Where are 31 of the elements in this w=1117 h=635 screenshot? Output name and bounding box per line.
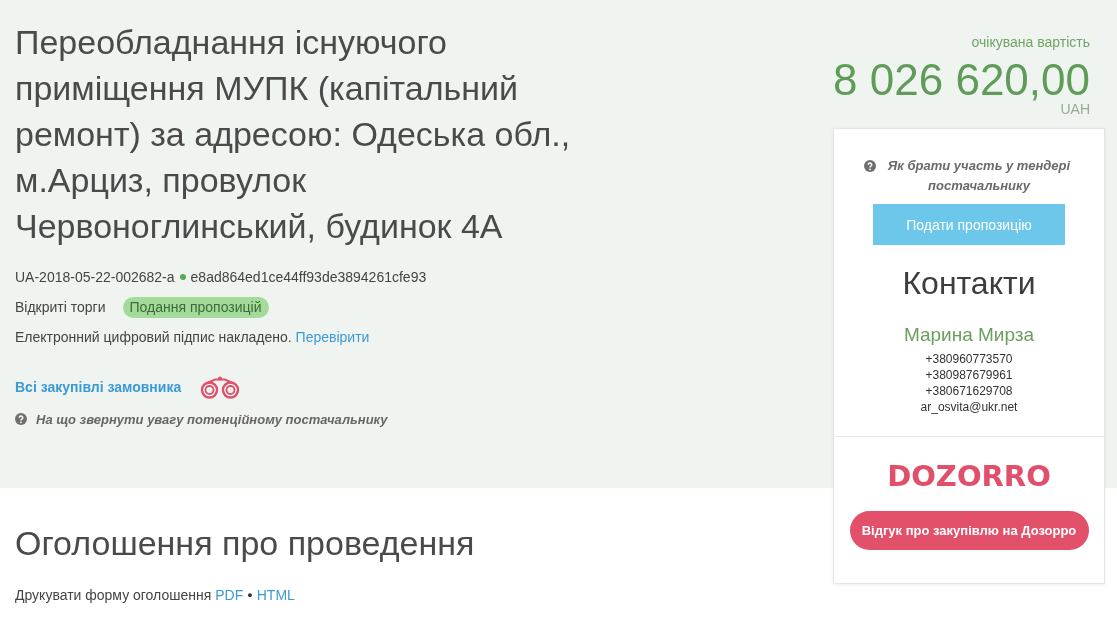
contacts-heading: Контакти [902, 264, 1036, 303]
section-heading: Оголошення про проведення [15, 523, 475, 564]
tender-title: Переобладнання існуючого приміщення МУПК (капітальний ремонт) за адресою: Одеська обл., м.Арциз, провулок Червоноглинський, будинок 4А [15, 22, 572, 247]
format-link[interactable]: PDF [215, 585, 244, 605]
participation-help-link[interactable]: Як брати участь у тендері постачальнику [884, 156, 1074, 196]
procedure-type: Відкриті торги [15, 299, 106, 315]
review-button[interactable]: Відгук про закупівлю на Дозорро [849, 511, 1089, 550]
dozorro-logo: DOZORRO [887, 458, 1051, 494]
signature-note: Електронний цифровий підпис накладено. Перевірити [15, 329, 370, 345]
contact-detail: +380987679961 [925, 367, 1013, 383]
help-icon [864, 160, 876, 172]
tender-hash: e8ad864ed1ce44ff93de3894261cfe93 [190, 269, 427, 285]
print-form-label: Друкувати форму оголошення [15, 586, 212, 605]
expected-value: 8 026 620,00 [833, 56, 1090, 104]
contact-detail: +380960773570 [925, 351, 1013, 367]
help-icon [15, 413, 27, 425]
binoculars-icon [200, 375, 241, 399]
contact-detail: ar_osvita@ukr.net [920, 399, 1018, 415]
status-dot-icon [179, 274, 186, 280]
separator: ● [247, 589, 253, 602]
tender-id: UA-2018-05-22-002682-a [15, 269, 175, 285]
currency-label: UAH [1060, 102, 1090, 116]
verify-link[interactable]: Перевірити [295, 329, 370, 345]
submit-proposal-button[interactable]: Подати пропозицію [873, 204, 1065, 245]
supplier-hint-link[interactable]: На що звернути увагу потенційному постачальнику [36, 411, 388, 427]
buyer-procurements-link[interactable]: Всі закупівлі замовника [15, 379, 182, 395]
status-badge: Подання пропозицій [122, 296, 269, 318]
format-link[interactable]: HTML [256, 585, 295, 605]
value-label: очікувана вартість [971, 33, 1090, 52]
contact-name: Марина Мирза [903, 323, 1035, 347]
contact-detail: +380671629708 [925, 383, 1013, 399]
